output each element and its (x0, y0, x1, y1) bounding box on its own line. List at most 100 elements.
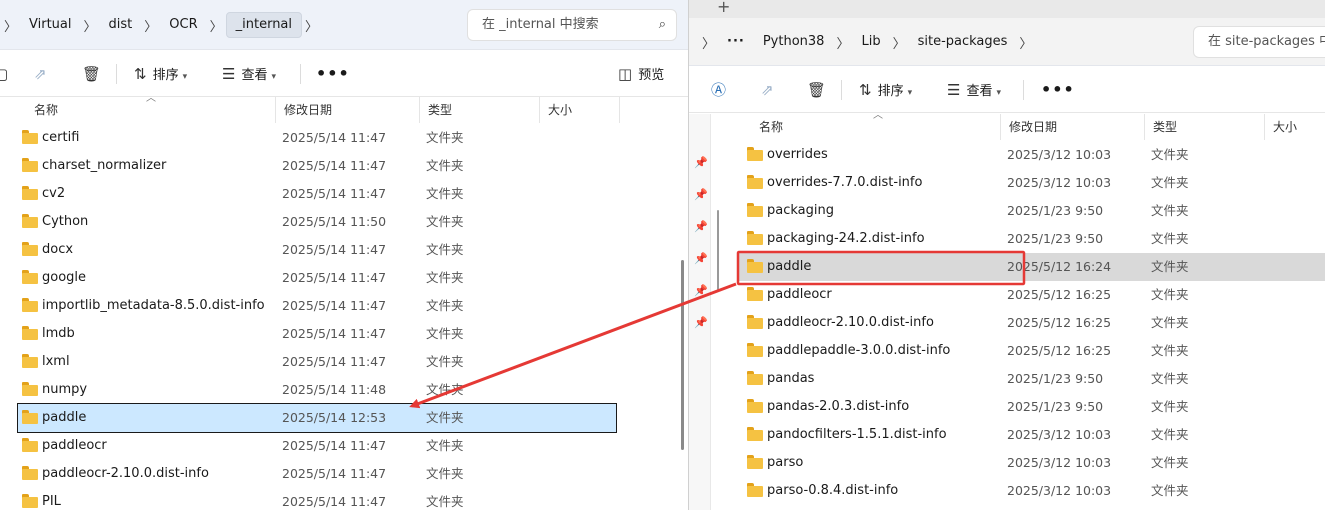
right-explorer-window: + 〉 ··· Python38 〉 Lib 〉 site-packages 〉… (688, 0, 1325, 510)
table-row[interactable]: certifi 2025/5/14 11:47 文件夹 (0, 124, 688, 152)
breadcrumb-overflow[interactable]: ··· (718, 29, 754, 55)
view-button[interactable]: ☰ 查看 ▾ (947, 67, 1001, 113)
table-row[interactable]: packaging 2025/1/23 9:50 文件夹 (689, 197, 1325, 225)
file-name: PIL (42, 494, 61, 509)
file-date: 2025/1/23 9:50 (1007, 399, 1104, 414)
table-row[interactable]: paddleocr 2025/5/14 11:47 文件夹 (0, 432, 688, 460)
table-row[interactable]: paddle 2025/5/14 12:53 文件夹 (17, 403, 617, 433)
column-size[interactable]: 大小 (540, 97, 620, 123)
table-row[interactable]: Cython 2025/5/14 11:50 文件夹 (0, 208, 688, 236)
search-input[interactable]: 在 _internal 中搜索 ⌕ (467, 9, 677, 41)
sort-button[interactable]: ⇅ 排序 ▾ (859, 67, 912, 113)
file-list: certifi 2025/5/14 11:47 文件夹 charset_normali… (0, 124, 688, 510)
column-type[interactable]: 类型 (1145, 114, 1265, 140)
table-row[interactable]: pandocfilters-1.5.1.dist-info 2025/3/12 1… (689, 421, 1325, 449)
table-row[interactable]: overrides 2025/3/12 10:03 文件夹 (689, 141, 1325, 169)
file-list: overrides 2025/3/12 10:03 文件夹 overrides-7.7… (689, 141, 1325, 505)
command-bar: ▢ ⇗ 🗑 ⇅ 排序 ▾ ☰ 查看 ▾ ••• ◫ 预览 (0, 51, 688, 97)
view-icon: ☰ (947, 81, 961, 99)
table-row[interactable]: PIL 2025/5/14 11:47 文件夹 (0, 488, 688, 510)
left-explorer-window: 〉 Virtual 〉 dist 〉 OCR 〉 _internal 〉 在 _… (0, 0, 688, 510)
table-row[interactable]: importlib_metadata-8.5.0.dist-info 2025/5… (0, 292, 688, 320)
search-input[interactable]: 在 site-packages 中 (1193, 26, 1325, 58)
table-row[interactable]: parso-0.8.4.dist-info 2025/3/12 10:03 文件夹 (689, 477, 1325, 505)
address-bar: 〉 Virtual 〉 dist 〉 OCR 〉 _internal 〉 在 _… (0, 0, 688, 50)
table-row[interactable]: pandas 2025/1/23 9:50 文件夹 (689, 365, 1325, 393)
file-type: 文件夹 (426, 382, 464, 397)
breadcrumb-item-current[interactable]: site-packages (909, 29, 1017, 55)
view-button[interactable]: ☰ 查看 ▾ (222, 51, 276, 97)
table-row[interactable]: numpy 2025/5/14 11:48 文件夹 (0, 376, 688, 404)
column-name[interactable]: 名称 (751, 114, 1001, 140)
table-row[interactable]: paddle 2025/5/12 16:24 文件夹 (739, 253, 1325, 281)
table-row[interactable]: pandas-2.0.3.dist-info 2025/1/23 9:50 文件夹 (689, 393, 1325, 421)
table-row[interactable]: paddleocr-2.10.0.dist-info 2025/5/14 11:4… (0, 460, 688, 488)
folder-icon (747, 203, 763, 217)
delete-icon[interactable]: 🗑 (82, 51, 107, 97)
share-icon[interactable]: ⇗ (761, 67, 780, 113)
table-row[interactable]: cv2 2025/5/14 11:47 文件夹 (0, 180, 688, 208)
breadcrumb-item-current[interactable]: _internal (225, 12, 303, 38)
view-label: 查看 (241, 68, 268, 83)
breadcrumb-item[interactable]: dist (100, 12, 142, 38)
sort-button[interactable]: ⇅ 排序 ▾ (134, 51, 187, 97)
file-date: 2025/3/12 10:03 (1007, 455, 1112, 470)
table-row[interactable]: paddleocr 2025/5/12 16:25 文件夹 (689, 281, 1325, 309)
sort-label: 排序 (877, 84, 904, 99)
column-size[interactable]: 大小 (1265, 114, 1325, 140)
more-options-button[interactable]: ••• (316, 51, 350, 97)
file-date: 2025/5/12 16:24 (1007, 259, 1112, 274)
file-type: 文件夹 (426, 130, 464, 145)
file-date: 2025/3/12 10:03 (1007, 427, 1112, 442)
file-type: 文件夹 (426, 354, 464, 369)
breadcrumb-item[interactable]: Lib (852, 29, 889, 55)
file-type: 文件夹 (1151, 175, 1189, 190)
file-type: 文件夹 (426, 466, 464, 481)
copy-path-icon[interactable]: ▢ (0, 51, 14, 97)
table-row[interactable]: overrides-7.7.0.dist-info 2025/3/12 10:03… (689, 169, 1325, 197)
file-name: pandas (767, 371, 815, 386)
share-icon[interactable]: ⇗ (34, 51, 53, 97)
file-date: 2025/5/14 11:47 (282, 130, 387, 145)
table-row[interactable]: paddleocr-2.10.0.dist-info 2025/5/12 16:2… (689, 309, 1325, 337)
table-row[interactable]: lmdb 2025/5/14 11:47 文件夹 (0, 320, 688, 348)
copy-path-icon[interactable]: Ⓐ (711, 67, 732, 113)
breadcrumb-item[interactable]: OCR (160, 12, 206, 38)
file-type: 文件夹 (1151, 343, 1189, 358)
chevron-right-icon: 〉 (144, 19, 158, 35)
preview-button[interactable]: ◫ 预览 (618, 51, 664, 97)
file-date: 2025/1/23 9:50 (1007, 203, 1104, 218)
table-row[interactable]: lxml 2025/5/14 11:47 文件夹 (0, 348, 688, 376)
delete-icon[interactable]: 🗑 (807, 67, 832, 113)
column-date[interactable]: 修改日期 (276, 97, 420, 123)
table-row[interactable]: parso 2025/3/12 10:03 文件夹 (689, 449, 1325, 477)
table-row[interactable]: google 2025/5/14 11:47 文件夹 (0, 264, 688, 292)
file-name: paddleocr-2.10.0.dist-info (42, 466, 209, 481)
file-type: 文件夹 (426, 186, 464, 201)
column-name[interactable]: 名称 (26, 97, 276, 123)
breadcrumb: 〉 ··· Python38 〉 Lib 〉 site-packages 〉 (699, 29, 1035, 55)
new-tab-button[interactable]: + (717, 0, 730, 16)
table-row[interactable]: paddlepaddle-3.0.0.dist-info 2025/5/12 16… (689, 337, 1325, 365)
more-options-button[interactable]: ••• (1041, 67, 1075, 113)
table-row[interactable]: docx 2025/5/14 11:47 文件夹 (0, 236, 688, 264)
file-date: 2025/5/14 11:47 (282, 466, 387, 481)
chevron-right-icon[interactable]: 〉 (1016, 33, 1035, 52)
file-type: 文件夹 (1151, 231, 1189, 246)
column-date[interactable]: 修改日期 (1001, 114, 1145, 140)
column-type[interactable]: 类型 (420, 97, 540, 123)
scrollbar[interactable] (681, 260, 684, 450)
file-name: paddle (767, 259, 812, 274)
table-row[interactable]: packaging-24.2.dist-info 2025/1/23 9:50 文件… (689, 225, 1325, 253)
sort-icon: ⇅ (859, 81, 872, 99)
folder-icon (747, 399, 763, 413)
folder-icon (22, 270, 38, 284)
chevron-right-icon[interactable]: 〉 (302, 16, 321, 35)
breadcrumb-item[interactable]: Virtual (20, 12, 80, 38)
table-row[interactable]: charset_normalizer 2025/5/14 11:47 文件夹 (0, 152, 688, 180)
folder-icon (22, 382, 38, 396)
breadcrumb-item[interactable]: Python38 (754, 29, 834, 55)
search-icon[interactable]: ⌕ (659, 10, 666, 40)
file-date: 2025/5/14 11:47 (282, 298, 387, 313)
file-name: pandas-2.0.3.dist-info (767, 399, 910, 414)
